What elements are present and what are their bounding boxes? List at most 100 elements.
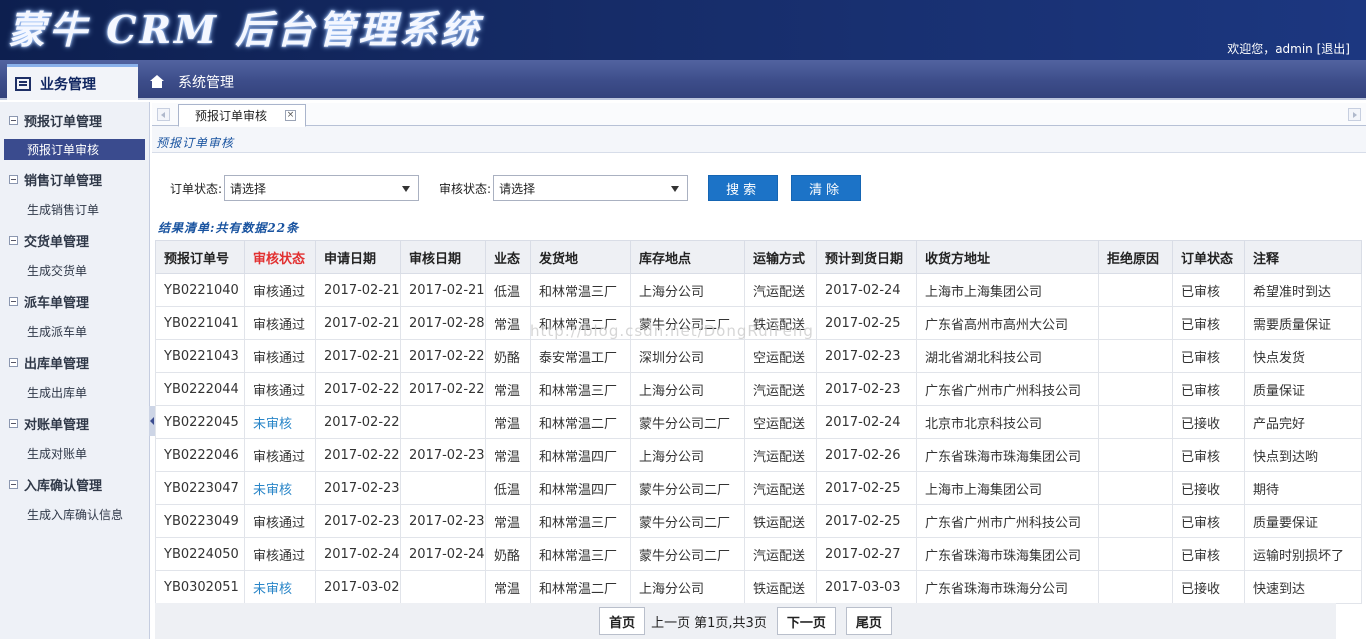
sidebar-group-inbound-confirm[interactable]: 入库确认管理 <box>0 469 149 499</box>
sidebar-group-label: 对账单管理 <box>24 417 90 433</box>
table-cell: 2017-02-24 <box>315 537 401 571</box>
table-cell: 已接收 <box>1172 471 1245 505</box>
app-header: 蒙牛 CRM 后台管理系统 欢迎您，admin [退出] <box>0 0 1366 60</box>
column-header[interactable]: 收货方地址 <box>916 240 1099 274</box>
column-header[interactable]: 拒绝原因 <box>1098 240 1173 274</box>
sidebar-item-generate-delivery[interactable]: 生成交货单 <box>0 255 149 286</box>
table-row[interactable]: YB0223047 未审核 2017-02-23 低温 和林常温四厂 蒙牛分公司二厂 汽运配… <box>155 471 1362 505</box>
table-cell: 2017-02-23 <box>816 372 917 406</box>
audit-status-select[interactable]: 请选择 <box>493 175 689 201</box>
table-cell: 深圳分公司 <box>630 339 745 373</box>
sidebar-group-label: 交货单管理 <box>24 234 90 250</box>
column-header[interactable]: 运输方式 <box>744 240 817 274</box>
table-row[interactable]: YB0222046 审核通过 2017-02-22 2017-02-23 常温 和林常温四… <box>155 438 1362 472</box>
table-cell: YB0222046 <box>155 438 245 472</box>
sidebar-group-delivery[interactable]: 交货单管理 <box>0 225 149 255</box>
close-icon[interactable]: × <box>285 110 296 121</box>
nav-tab-business[interactable]: 业务管理 <box>7 64 138 100</box>
table-cell: 未审核 <box>244 570 316 604</box>
table-cell: 2017-02-24 <box>400 537 486 571</box>
column-header[interactable]: 注释 <box>1244 240 1362 274</box>
collapse-icon <box>9 479 18 489</box>
column-header[interactable]: 预计到货日期 <box>816 240 917 274</box>
table-cell: 广东省珠海市珠海分公司 <box>916 570 1099 604</box>
table-cell: 广东省广州市广州科技公司 <box>916 372 1099 406</box>
table-cell: 和林常温二厂 <box>530 405 631 439</box>
table-cell: 低温 <box>485 273 531 307</box>
tab-forecast-audit[interactable]: 预报订单审核 × <box>178 104 306 127</box>
tab-scroll-right-button[interactable] <box>1348 108 1361 121</box>
table-row[interactable]: YB0222045 未审核 2017-02-22 常温 和林常温二厂 蒙牛分公司二厂 空运配… <box>155 405 1362 439</box>
table-row[interactable]: YB0224050 审核通过 2017-02-24 2017-02-24 奶酪 和林常温三… <box>155 537 1362 571</box>
last-page-button[interactable]: 尾页 <box>845 607 892 635</box>
sidebar-item-generate-inbound-confirm[interactable]: 生成入库确认信息 <box>0 499 149 530</box>
table-cell: 常温 <box>485 438 531 472</box>
table-cell: 上海市上海集团公司 <box>916 273 1099 307</box>
table-cell: 需要质量保证 <box>1244 306 1362 340</box>
table-row[interactable]: YB0221043 审核通过 2017-02-21 2017-02-22 奶酪 泰安常温工… <box>155 339 1362 373</box>
sidebar-group-dispatch[interactable]: 派车单管理 <box>0 286 149 316</box>
column-header[interactable]: 发货地 <box>530 240 631 274</box>
table-cell: 常温 <box>485 570 531 604</box>
table-cell: 常温 <box>485 405 531 439</box>
column-header[interactable]: 审核日期 <box>400 240 486 274</box>
table-row[interactable]: YB0302051 未审核 2017-03-02 常温 和林常温二厂 上海分公司 铁运配送 2… <box>155 570 1362 604</box>
table-cell: 已审核 <box>1172 537 1245 571</box>
table-cell: 2017-02-25 <box>816 504 917 538</box>
table-cell: 希望准时到达 <box>1244 273 1362 307</box>
dropdown-arrow-icon <box>671 186 680 192</box>
sidebar-group-label: 派车单管理 <box>24 295 90 311</box>
tab-scroll-left-button[interactable] <box>157 108 170 121</box>
filter-row: 订单状态: 请选择 审核状态: 请选择 搜索 清除 <box>170 175 862 201</box>
table-cell: 2017-02-24 <box>816 405 917 439</box>
sidebar-group-outbound[interactable]: 出库单管理 <box>0 347 149 377</box>
search-button[interactable]: 搜索 <box>708 175 779 201</box>
panel-header <box>152 125 1366 153</box>
table-cell: YB0222045 <box>155 405 245 439</box>
table-cell: 奶酪 <box>485 339 531 373</box>
table-cell: 和林常温四厂 <box>530 471 631 505</box>
column-header[interactable]: 申请日期 <box>315 240 401 274</box>
table-cell: 2017-02-21 <box>315 306 401 340</box>
table-cell: 2017-02-24 <box>816 273 917 307</box>
next-page-button[interactable]: 下一页 <box>776 607 836 635</box>
order-status-select[interactable]: 请选择 <box>224 175 420 201</box>
table-cell: 和林常温四厂 <box>530 438 631 472</box>
table-row[interactable]: YB0222044 审核通过 2017-02-22 2017-02-22 常温 和林常温三… <box>155 372 1362 406</box>
table-cell: 常温 <box>485 306 531 340</box>
logout-link[interactable]: [退出] <box>1317 40 1350 57</box>
nav-tab-system[interactable]: 系统管理 <box>150 64 234 100</box>
column-header[interactable]: 订单状态 <box>1172 240 1245 274</box>
sidebar-item-generate-statement[interactable]: 生成对账单 <box>0 438 149 469</box>
sidebar-group-statement[interactable]: 对账单管理 <box>0 408 149 438</box>
sidebar-item-forecast-audit[interactable]: 预报订单审核 <box>4 139 145 160</box>
column-header[interactable]: 库存地点 <box>630 240 745 274</box>
sidebar-group-forecast-order[interactable]: 预报订单管理 <box>0 105 149 135</box>
table-cell: YB0302051 <box>155 570 245 604</box>
table-row[interactable]: YB0221041 审核通过 2017-02-21 2017-02-28 常温 和林常温二… <box>155 306 1362 340</box>
table-cell: 快点发货 <box>1244 339 1362 373</box>
sidebar-item-generate-dispatch[interactable]: 生成派车单 <box>0 316 149 347</box>
table-row[interactable]: YB0223049 审核通过 2017-02-23 2017-02-23 常温 和林常温三… <box>155 504 1362 538</box>
dropdown-arrow-icon <box>402 186 411 192</box>
column-header[interactable]: 预报订单号 <box>155 240 245 274</box>
prev-page-link[interactable]: 上一页 <box>651 612 690 631</box>
sidebar-item-generate-sales-order[interactable]: 生成销售订单 <box>0 194 149 225</box>
table-cell: 2017-02-21 <box>315 273 401 307</box>
sidebar-item-generate-outbound[interactable]: 生成出库单 <box>0 377 149 408</box>
first-page-button[interactable]: 首页 <box>599 607 646 635</box>
list-icon <box>15 76 31 91</box>
table-cell: 审核通过 <box>244 537 316 571</box>
table-cell: 2017-02-28 <box>400 306 486 340</box>
column-header[interactable]: 业态 <box>485 240 531 274</box>
table-row[interactable]: YB0221040 审核通过 2017-02-21 2017-02-21 低温 和林常温三… <box>155 273 1362 307</box>
table-cell: 2017-02-22 <box>400 339 486 373</box>
table-cell: 和林常温二厂 <box>530 570 631 604</box>
table-cell: 蒙牛分公司二厂 <box>630 405 745 439</box>
table-cell: YB0223049 <box>155 504 245 538</box>
column-header[interactable]: 审核状态 <box>244 240 316 274</box>
sidebar-group-sales-order[interactable]: 销售订单管理 <box>0 164 149 194</box>
table-cell: 2017-02-27 <box>816 537 917 571</box>
clear-button[interactable]: 清除 <box>791 175 862 201</box>
table-cell: 汽运配送 <box>744 438 817 472</box>
